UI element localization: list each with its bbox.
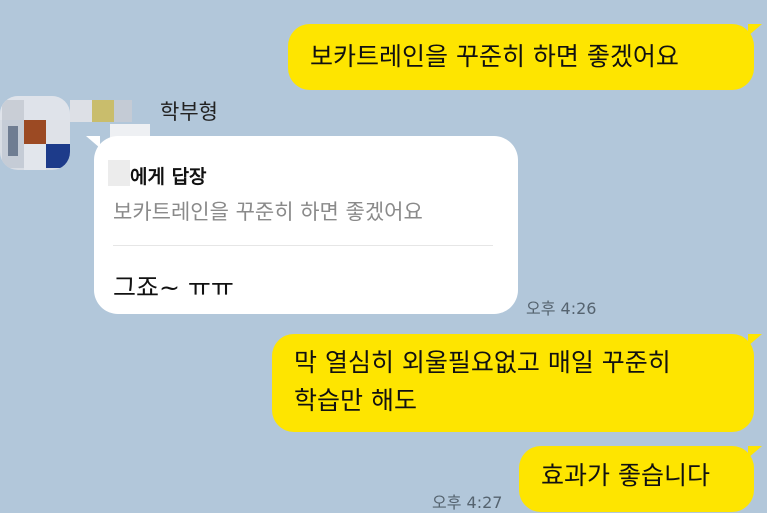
mosaic-block [114,100,132,122]
avatar[interactable] [0,96,70,170]
my-message-bubble[interactable]: 보카트레인을 꾸준히 하면 좋겠어요 [288,24,754,90]
redacted-name-mosaic [108,160,130,186]
mosaic-block [92,100,114,122]
reply-message-text: 그죠~ ㅠㅠ [113,273,234,302]
message-line: 막 열심히 외울필요없고 매일 꾸준히 [294,348,671,377]
mosaic-block [70,100,92,122]
message-time: 오후 4:27 [432,493,503,512]
my-message-bubble[interactable]: 효과가 좋습니다 [519,446,754,512]
sender-name: 학부형 [160,100,218,124]
message-line: 학습만 해도 [294,386,417,415]
reply-to-label: 에게 답장 [130,166,207,188]
reply-divider [113,245,493,246]
quoted-message: 보카트레인을 꾸준히 하면 좋겠어요 [113,200,423,224]
message-time: 오후 4:26 [526,299,597,318]
my-message-bubble[interactable]: 막 열심히 외울필요없고 매일 꾸준히 학습만 해도 [272,334,754,432]
